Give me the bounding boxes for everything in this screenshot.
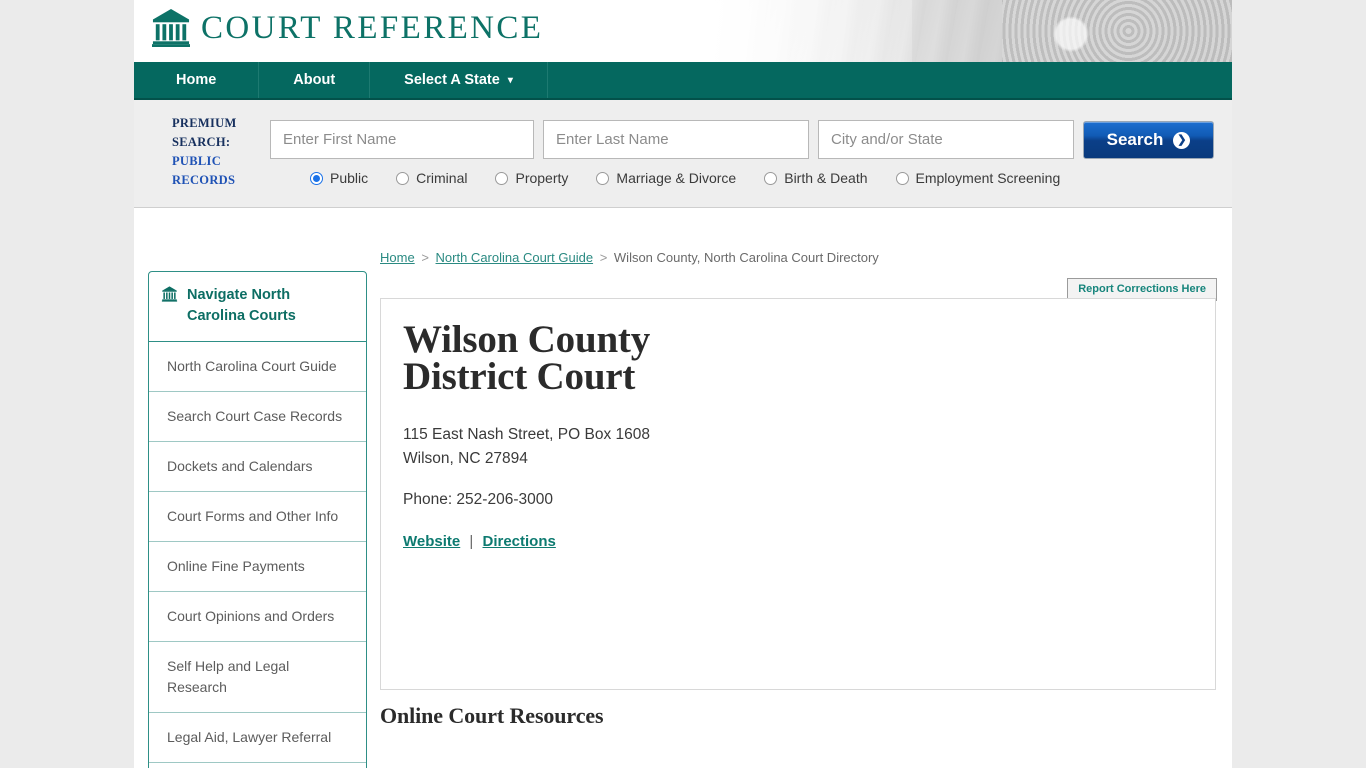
sidebar-item-nc-court-guide[interactable]: North Carolina Court Guide	[149, 342, 366, 392]
court-detail-card: Wilson County District Court 115 East Na…	[380, 298, 1216, 690]
breadcrumb-separator-1: >	[421, 250, 429, 265]
court-links: Website | Directions	[403, 533, 1193, 550]
radio-dot-public	[310, 171, 323, 185]
website-link[interactable]: Website	[403, 533, 460, 550]
section-heading-online-court-resources: Online Court Resources	[380, 703, 604, 728]
sidebar-header: Navigate North Carolina Courts	[149, 272, 366, 342]
nav-item-about-label: About	[293, 72, 336, 88]
nav-item-select-a-state[interactable]: Select A State ▾	[370, 62, 548, 98]
nav-item-home-label: Home	[176, 72, 217, 88]
radio-label-criminal: Criminal	[416, 170, 468, 186]
sidebar-item-legal-aid-lawyer-referral[interactable]: Legal Aid, Lawyer Referral	[149, 713, 366, 763]
site-masthead: COURT REFERENCE	[134, 0, 1232, 62]
premium-search-form: Search ❯	[270, 120, 1214, 159]
radio-option-public[interactable]: Public	[310, 170, 368, 186]
main-navigation: Home About Select A State ▾	[134, 62, 1232, 100]
premium-label-line-4: RECORDS	[172, 173, 236, 187]
page-body: Home > North Carolina Court Guide > Wils…	[134, 208, 1232, 768]
sidebar-item-dockets-and-calendars[interactable]: Dockets and Calendars	[149, 442, 366, 492]
radio-label-marriage-divorce: Marriage & Divorce	[616, 170, 737, 186]
court-phone: Phone: 252-206-3000	[403, 491, 553, 508]
premium-label-line-1: PREMIUM	[172, 116, 237, 130]
chevron-down-icon: ▾	[507, 74, 513, 86]
courthouse-icon	[161, 286, 178, 302]
link-separator: |	[469, 533, 474, 550]
directions-link[interactable]: Directions	[483, 533, 556, 550]
masthead-column-photo	[612, 0, 1232, 62]
last-name-input[interactable]	[543, 120, 809, 159]
report-corrections-label: Report Corrections Here	[1078, 283, 1206, 295]
radio-dot-marriage-divorce	[596, 171, 610, 185]
radio-option-criminal[interactable]: Criminal	[396, 170, 467, 186]
breadcrumb-separator-2: >	[599, 250, 608, 265]
radio-dot-criminal	[396, 171, 410, 185]
breadcrumb: Home > North Carolina Court Guide > Wils…	[380, 250, 879, 265]
site-title: COURT REFERENCE	[201, 9, 544, 46]
radio-dot-birth-death	[764, 171, 778, 185]
court-address: 115 East Nash Street, PO Box 1608 Wilson…	[403, 423, 1193, 471]
breadcrumb-link-nc-court-guide[interactable]: North Carolina Court Guide	[436, 250, 594, 265]
premium-search-band: PREMIUM SEARCH: PUBLIC RECORDS Search ❯ …	[134, 100, 1232, 208]
nav-item-select-a-state-label: Select A State	[404, 72, 500, 88]
radio-option-birth-death[interactable]: Birth & Death	[764, 170, 868, 186]
nav-filler	[548, 62, 1232, 98]
sidebar-item-search-court-case-records[interactable]: Search Court Case Records	[149, 392, 366, 442]
radio-option-employment-screening[interactable]: Employment Screening	[895, 170, 1061, 186]
radio-label-employment-screening: Employment Screening	[915, 170, 1061, 186]
premium-label-line-2: SEARCH:	[172, 135, 231, 149]
court-address-line-2: Wilson, NC 27894	[403, 450, 528, 467]
nav-item-about[interactable]: About	[259, 62, 371, 98]
first-name-input[interactable]	[270, 120, 534, 159]
radio-label-property: Property	[515, 170, 569, 186]
chevron-right-icon: ❯	[1173, 131, 1191, 149]
search-category-radio-group: Public Criminal Property Marriage & Divo…	[310, 170, 1088, 186]
breadcrumb-current: Wilson County, North Carolina Court Dire…	[613, 250, 879, 265]
sidebar-item-court-forms[interactable]: Court Forms and Other Info	[149, 492, 366, 542]
sidebar-navigate-courts: Navigate North Carolina Courts North Car…	[148, 271, 367, 768]
page-container: COURT REFERENCE Home About Select A Stat…	[134, 0, 1232, 768]
sidebar-item-self-help-legal-research[interactable]: Self Help and Legal Research	[149, 642, 366, 713]
premium-search-label: PREMIUM SEARCH: PUBLIC RECORDS	[172, 114, 258, 190]
courthouse-icon	[152, 9, 190, 47]
radio-option-marriage-divorce[interactable]: Marriage & Divorce	[596, 170, 736, 186]
nav-item-home[interactable]: Home	[134, 62, 260, 98]
court-address-line-1: 115 East Nash Street, PO Box 1608	[403, 426, 650, 443]
radio-label-public: Public	[330, 170, 369, 186]
sidebar-item-find-court-records-by-county[interactable]: Find Court Records by North Carolina Cou…	[149, 763, 366, 768]
search-button-label: Search	[1106, 130, 1164, 149]
sidebar-header-label: Navigate North Carolina Courts	[187, 287, 296, 324]
radio-dot-property	[495, 171, 509, 185]
radio-label-birth-death: Birth & Death	[784, 170, 868, 186]
site-logo[interactable]: COURT REFERENCE	[152, 8, 543, 48]
radio-dot-employment-screening	[895, 171, 909, 185]
radio-option-property[interactable]: Property	[495, 170, 568, 186]
search-button[interactable]: Search ❯	[1083, 121, 1214, 159]
page-title: Wilson County District Court	[403, 318, 651, 398]
sidebar-item-court-opinions-and-orders[interactable]: Court Opinions and Orders	[149, 592, 366, 642]
premium-label-line-3: PUBLIC	[172, 154, 222, 168]
sidebar-item-online-fine-payments[interactable]: Online Fine Payments	[149, 542, 366, 592]
city-state-input[interactable]	[818, 120, 1074, 159]
breadcrumb-link-home[interactable]: Home	[380, 250, 415, 265]
